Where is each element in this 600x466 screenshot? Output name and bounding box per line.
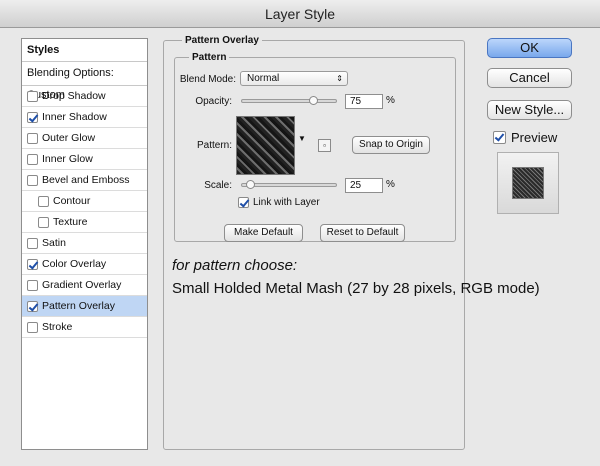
preview-label: Preview: [511, 130, 558, 145]
sidebar-item-label: Inner Shadow: [42, 111, 107, 123]
make-default-button[interactable]: Make Default: [224, 224, 303, 242]
gradient-overlay-checkbox[interactable]: [27, 279, 38, 291]
opacity-input[interactable]: 75: [345, 94, 383, 109]
sidebar-item-label: Contour: [53, 195, 91, 207]
stroke-checkbox[interactable]: [27, 321, 38, 333]
sidebar-item-label: Pattern Overlay: [42, 300, 115, 312]
sidebar-item-inner-shadow[interactable]: Inner Shadow: [22, 107, 147, 128]
opacity-label: Opacity:: [195, 96, 232, 107]
snap-to-origin-button[interactable]: Snap to Origin: [352, 136, 430, 154]
preview-checkbox[interactable]: [493, 131, 506, 144]
blending-options[interactable]: Blending Options: Custom: [22, 62, 147, 101]
window-title: Layer Style: [0, 0, 600, 28]
opacity-slider-thumb[interactable]: [309, 96, 318, 105]
sidebar-item-contour[interactable]: Contour: [22, 191, 147, 212]
scale-label: Scale:: [204, 180, 232, 191]
sidebar-item-stroke[interactable]: Stroke: [22, 317, 147, 338]
color-overlay-checkbox[interactable]: [27, 258, 38, 270]
reset-to-default-button[interactable]: Reset to Default: [320, 224, 405, 242]
cancel-button[interactable]: Cancel: [487, 68, 572, 88]
sidebar-item-pattern-overlay[interactable]: Pattern Overlay: [22, 296, 147, 317]
sidebar-item-texture[interactable]: Texture: [22, 212, 147, 233]
styles-header[interactable]: Styles: [22, 39, 147, 62]
pattern-swatch[interactable]: [236, 116, 295, 175]
pattern-picker-arrow-icon[interactable]: ▼: [298, 134, 306, 143]
preview-toggle[interactable]: Preview: [493, 130, 557, 145]
sidebar-item-label: Drop Shadow: [42, 90, 106, 102]
sidebar-item-label: Satin: [42, 237, 66, 249]
scale-slider[interactable]: [241, 183, 337, 187]
style-preview: [497, 152, 559, 214]
link-with-layer-checkbox[interactable]: [238, 197, 249, 208]
drop-shadow-checkbox[interactable]: [27, 90, 38, 102]
sidebar-item-label: Stroke: [42, 321, 73, 333]
sidebar-item-satin[interactable]: Satin: [22, 233, 147, 254]
new-style-button[interactable]: New Style...: [487, 100, 572, 120]
satin-checkbox[interactable]: [27, 237, 38, 249]
link-with-layer-row[interactable]: Link with Layer: [238, 197, 320, 208]
opacity-slider[interactable]: [241, 99, 337, 103]
texture-checkbox[interactable]: [38, 216, 49, 228]
sidebar-item-label: Outer Glow: [42, 132, 96, 144]
select-arrows-icon: ⇕: [336, 74, 343, 83]
pattern-name-text: Small Holded Metal Mash (27 by 28 pixels…: [172, 280, 540, 297]
outer-glow-checkbox[interactable]: [27, 132, 38, 144]
pattern-overlay-checkbox[interactable]: [27, 300, 38, 312]
sidebar-item-label: Bevel and Emboss: [42, 174, 130, 186]
bevel-emboss-checkbox[interactable]: [27, 174, 38, 186]
ok-button[interactable]: OK: [487, 38, 572, 58]
scale-unit: %: [386, 179, 395, 190]
sidebar-item-label: Inner Glow: [42, 153, 93, 165]
styles-list: Styles Blending Options: Custom Drop Sha…: [21, 38, 148, 450]
sidebar-item-label: Color Overlay: [42, 258, 107, 270]
instruction-text: for pattern choose:: [172, 257, 298, 274]
new-preset-icon[interactable]: ▫: [318, 139, 331, 152]
contour-checkbox[interactable]: [38, 195, 49, 207]
sidebar-item-label: Texture: [53, 216, 88, 228]
blend-mode-label: Blend Mode:: [179, 74, 236, 85]
link-with-layer-label: Link with Layer: [253, 197, 320, 208]
pattern-label: Pattern:: [196, 140, 232, 151]
sidebar-item-outer-glow[interactable]: Outer Glow: [22, 128, 147, 149]
sidebar-item-gradient-overlay[interactable]: Gradient Overlay: [22, 275, 147, 296]
inner-glow-checkbox[interactable]: [27, 153, 38, 165]
sidebar-item-color-overlay[interactable]: Color Overlay: [22, 254, 147, 275]
sidebar-item-label: Gradient Overlay: [42, 279, 122, 291]
sidebar-item-bevel-emboss[interactable]: Bevel and Emboss: [22, 170, 147, 191]
preview-thumbnail: [512, 167, 544, 199]
sidebar-item-inner-glow[interactable]: Inner Glow: [22, 149, 147, 170]
blend-mode-select[interactable]: Normal ⇕: [240, 71, 348, 86]
inner-shadow-checkbox[interactable]: [27, 111, 38, 123]
blend-mode-value: Normal: [247, 73, 280, 84]
scale-input[interactable]: 25: [345, 178, 383, 193]
pattern-group-title: Pattern: [189, 52, 230, 63]
panel-title: Pattern Overlay: [182, 35, 262, 46]
scale-slider-thumb[interactable]: [246, 180, 255, 189]
opacity-unit: %: [386, 95, 395, 106]
